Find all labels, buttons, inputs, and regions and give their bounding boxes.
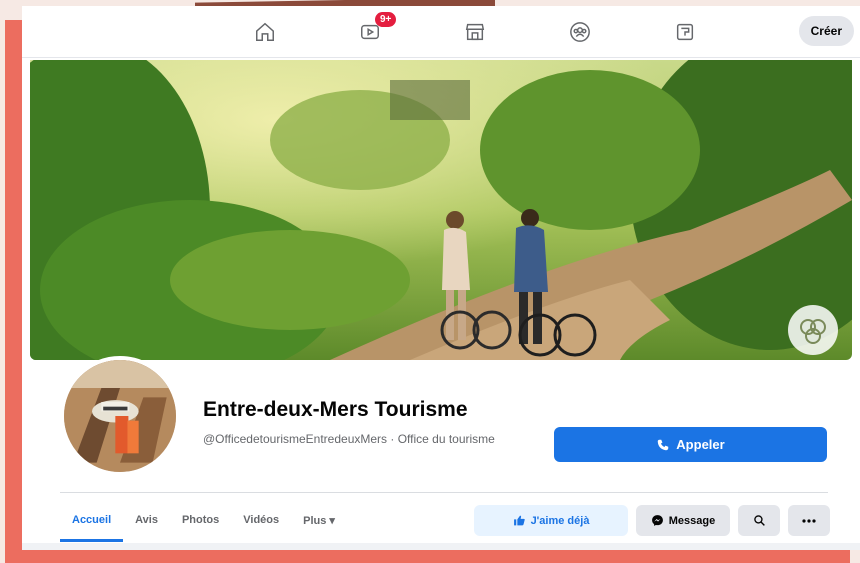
divider (60, 492, 828, 493)
call-label: Appeler (676, 437, 725, 452)
message-label: Message (668, 514, 716, 527)
message-button[interactable]: Message (636, 505, 730, 536)
notification-badge: 9+ (375, 12, 397, 27)
feed-background (22, 543, 860, 550)
page-title: Entre-deux-Mers Tourisme (203, 398, 468, 421)
tab-avis[interactable]: Avis (123, 498, 170, 542)
avatar-image (64, 360, 176, 472)
cover-photo[interactable] (30, 60, 852, 360)
thumbs-up-icon (513, 515, 525, 526)
profile-section: Entre-deux-Mers Tourisme @Officedetouris… (22, 356, 860, 550)
tab-accueil[interactable]: Accueil (60, 498, 124, 542)
profile-avatar[interactable] (60, 356, 180, 476)
nav-gaming[interactable] (632, 6, 737, 58)
cover-image (30, 60, 852, 360)
nav-video[interactable]: 9+ (317, 6, 422, 58)
marketplace-icon (465, 23, 484, 41)
tab-videos[interactable]: Vidéos (231, 498, 291, 542)
more-icon (802, 518, 816, 523)
nav-groups[interactable] (527, 6, 632, 58)
create-button[interactable]: Créer (798, 16, 854, 46)
gaming-icon (676, 23, 693, 41)
call-button[interactable]: Appeler (554, 427, 827, 462)
tab-more[interactable]: Plus ▾ (291, 498, 347, 542)
phone-icon (658, 439, 669, 450)
page-subtitle: @OfficedetourismeEntredeuxMers · Office … (203, 432, 495, 446)
groups-icon (569, 22, 590, 42)
home-icon (255, 22, 274, 41)
like-label: J'aime déjà (530, 514, 590, 527)
messenger-icon (651, 515, 663, 526)
nav-home[interactable] (212, 6, 317, 58)
search-icon (753, 515, 765, 526)
facebook-page-screen: 9+ Créer Entre-deux-Mers Tourisme @Offic… (22, 6, 860, 550)
page-actions: J'aime déjà Message (474, 505, 830, 536)
nav-marketplace[interactable] (422, 6, 527, 58)
search-button[interactable] (738, 505, 780, 536)
more-options-button[interactable] (788, 505, 830, 536)
page-tabs: Accueil Avis Photos Vidéos Plus ▾ (60, 498, 347, 542)
top-navigation-bar: 9+ Créer (22, 6, 860, 58)
nav-icons: 9+ (212, 6, 737, 58)
tab-photos[interactable]: Photos (170, 498, 231, 542)
like-button[interactable]: J'aime déjà (474, 505, 628, 536)
